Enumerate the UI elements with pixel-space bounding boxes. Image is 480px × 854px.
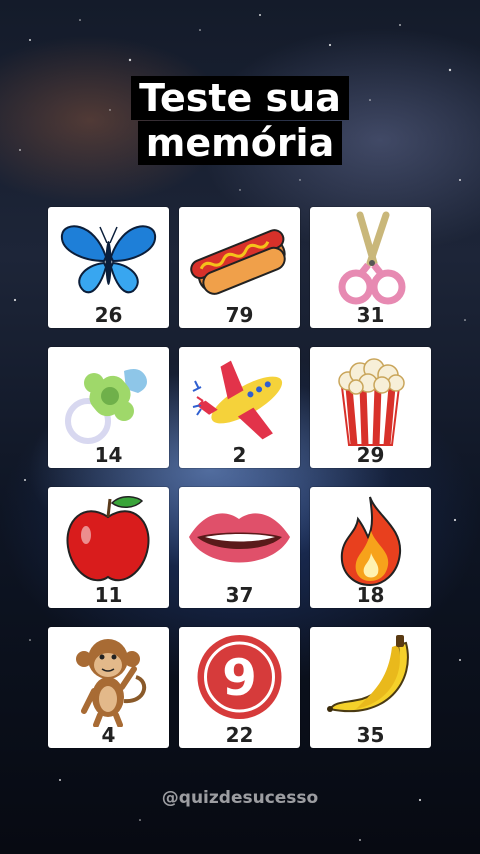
card-number-nine[interactable]: 9 22 [179,627,300,748]
card-number: 11 [94,583,123,607]
card-airplane[interactable]: 2 [179,347,300,468]
nine-badge-text: 9 [222,649,257,707]
card-number: 14 [94,443,123,467]
butterfly-icon [60,225,157,294]
card-popcorn[interactable]: 29 [310,347,431,468]
lips-icon [189,513,290,563]
card-number: 18 [356,583,385,607]
card-pacifier[interactable]: 14 [48,347,169,468]
card-apple[interactable]: 11 [48,487,169,608]
card-lips[interactable]: 37 [179,487,300,608]
card-number: 37 [225,583,254,607]
apple-icon [66,496,150,582]
banana-icon [327,635,409,713]
hotdog-icon [190,229,286,295]
card-number: 79 [225,303,254,327]
number-nine-badge-icon: 9 [197,635,282,719]
social-handle: @quizdesucesso [161,788,319,808]
card-number: 31 [356,303,385,327]
card-number: 26 [94,303,123,327]
scissors-icon [338,211,406,305]
card-scissors[interactable]: 31 [310,207,431,328]
title-line-1: Teste sua [131,76,349,120]
card-number: 4 [101,723,116,747]
memory-card-grid: 26 79 31 14 2 29 11 37 18 4 9 22 35 [48,207,432,748]
card-monkey[interactable]: 4 [48,627,169,748]
card-banana[interactable]: 35 [310,627,431,748]
toy-airplane-icon [192,360,283,440]
card-number: 2 [232,443,247,467]
card-fire[interactable]: 18 [310,487,431,608]
monkey-icon [76,639,147,727]
popcorn-icon [338,358,405,446]
pacifier-icon [65,369,147,444]
fire-icon [340,496,402,587]
page-title: Teste sua memória [0,76,480,166]
card-number: 35 [356,723,385,747]
card-butterfly[interactable]: 26 [48,207,169,328]
card-hotdog[interactable]: 79 [179,207,300,328]
title-line-2: memória [137,121,343,165]
card-number: 22 [225,723,254,747]
card-number: 29 [356,443,385,467]
